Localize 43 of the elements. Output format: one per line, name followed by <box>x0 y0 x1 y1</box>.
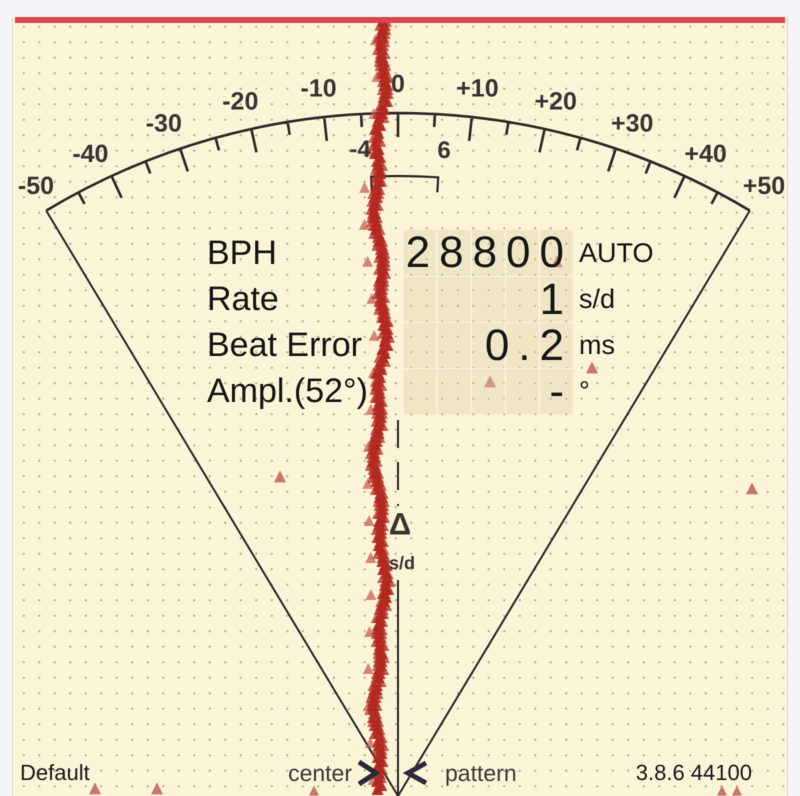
scale-label: 0 <box>391 70 405 98</box>
trace-marker <box>551 255 563 268</box>
chevron-left-icon[interactable] <box>403 760 429 786</box>
trace-marker <box>274 470 286 482</box>
delta-unit-label: s/d <box>389 553 415 573</box>
reading-unit: s/d <box>579 286 616 312</box>
range-label: 6 <box>437 136 451 164</box>
scale-label: -40 <box>72 140 108 168</box>
reading-value: 1 <box>402 276 573 322</box>
reading-label: BPH <box>207 233 277 274</box>
trace-marker <box>732 786 742 796</box>
scale-label: +40 <box>684 140 727 168</box>
scale-label: +10 <box>456 74 499 102</box>
trace-marker <box>151 782 163 794</box>
reading-unit: ° <box>579 378 590 404</box>
delta-symbol: Δ <box>388 506 412 542</box>
reading-value: 0.2 <box>402 322 573 368</box>
trace-marker <box>309 786 319 796</box>
version-label: 3.8.6 44100 <box>636 762 752 784</box>
trace-marker <box>586 361 598 374</box>
trace-marker <box>746 482 758 494</box>
reading-unit: AUTO <box>579 240 654 266</box>
scale-label: +20 <box>534 88 577 116</box>
reading-value: - <box>402 368 573 414</box>
reading-value: 28800 <box>402 230 573 276</box>
scale-label: -30 <box>146 110 182 138</box>
center-button[interactable]: center <box>288 762 352 784</box>
trace-marker <box>484 375 496 388</box>
scale-label: -20 <box>222 88 258 116</box>
scale-label: -50 <box>18 172 54 200</box>
trace-marker <box>717 786 727 796</box>
trace-marker <box>89 782 101 794</box>
chevron-right-icon[interactable] <box>356 759 380 787</box>
reading-label: Beat Error <box>207 325 362 366</box>
pattern-button[interactable]: pattern <box>445 762 517 784</box>
scale-label: +30 <box>611 110 654 138</box>
scale-label: +50 <box>742 172 786 200</box>
range-bracket <box>370 174 440 192</box>
preset-name: Default <box>20 762 90 784</box>
reading-label: Rate <box>207 279 279 320</box>
scale-label: -10 <box>300 74 337 102</box>
reading-label: Ampl.(52°) <box>207 371 368 412</box>
reading-unit: ms <box>579 332 615 358</box>
